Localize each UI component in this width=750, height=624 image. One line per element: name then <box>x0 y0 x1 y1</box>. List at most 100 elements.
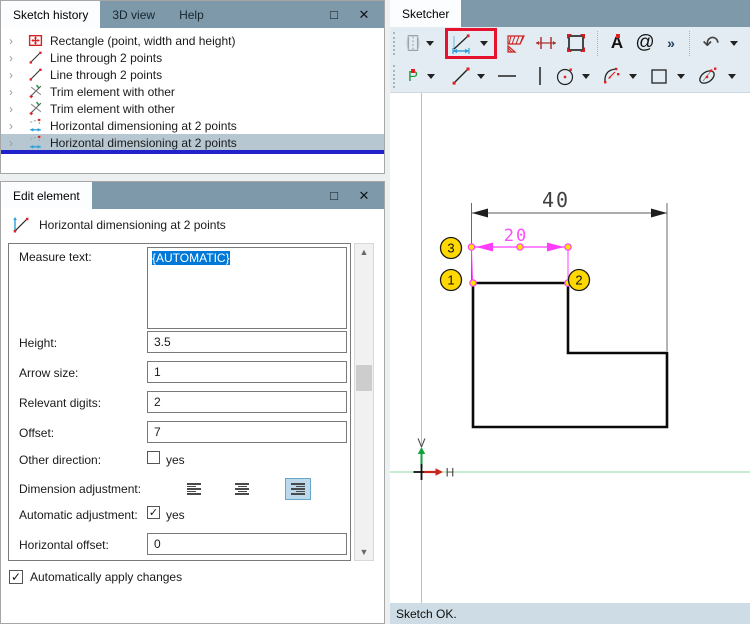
hatch-tool-button[interactable] <box>503 30 529 56</box>
more-icon: » <box>667 35 675 51</box>
rectangle-dropdown[interactable] <box>675 63 687 89</box>
list-item-selected[interactable]: › Horizontal dimensioning at 2 points <box>1 134 384 151</box>
close-icon[interactable]: ✕ <box>356 7 372 23</box>
align-center-button[interactable] <box>229 478 255 500</box>
chevron-right-icon[interactable]: › <box>9 137 23 149</box>
balloon-2[interactable]: 2 <box>567 268 591 292</box>
align-left-button[interactable] <box>181 478 207 500</box>
shape-corner-point-1[interactable] <box>469 279 477 287</box>
edit-element-header: Horizontal dimensioning at 2 points <box>39 218 226 232</box>
other-direction-checkbox[interactable] <box>147 451 160 464</box>
close-icon[interactable]: ✕ <box>356 188 372 204</box>
list-item[interactable]: › Horizontal dimensioning at 2 points <box>1 117 384 134</box>
vertical-line-icon <box>539 67 541 85</box>
chevron-right-icon[interactable]: › <box>9 52 23 64</box>
chevron-right-icon[interactable]: › <box>9 35 23 47</box>
offset-input[interactable] <box>147 421 347 443</box>
dimension-dropdown[interactable] <box>478 30 490 56</box>
height-input[interactable] <box>147 331 347 353</box>
line-dropdown[interactable] <box>475 63 487 89</box>
scroll-down-icon[interactable]: ▼ <box>355 544 373 560</box>
horizontal-dimension-tool-button[interactable] <box>448 30 474 56</box>
undo-button[interactable]: ↶ <box>698 30 724 56</box>
ellipse-dropdown[interactable] <box>726 63 738 89</box>
dim20-point-left[interactable] <box>467 243 476 251</box>
undo-dropdown[interactable] <box>728 30 740 56</box>
list-item[interactable]: › Line through 2 points <box>1 49 384 66</box>
ellipse-tool-button[interactable] <box>694 63 720 89</box>
point-tool-button[interactable]: P <box>400 63 426 89</box>
h-axis-label: H <box>446 466 455 480</box>
frame-tool-button[interactable] <box>563 30 589 56</box>
rectangle-tool-button[interactable] <box>646 63 672 89</box>
align-right-button[interactable] <box>285 478 311 500</box>
toolbar-grip[interactable] <box>393 32 396 55</box>
horizontal-offset-input[interactable] <box>147 533 347 555</box>
automatic-adjustment-option: yes <box>166 508 185 522</box>
sketch-canvas[interactable]: 40 20 3 1 2 V H <box>390 93 750 603</box>
more-tools-button[interactable]: » <box>662 30 680 56</box>
dim20-value[interactable]: 20 <box>504 226 528 246</box>
rectangle-icon <box>651 69 667 84</box>
toolbar-grip[interactable] <box>393 65 396 88</box>
list-item-label: Line through 2 points <box>50 50 163 65</box>
tab-sketch-history[interactable]: Sketch history <box>1 1 101 28</box>
symbol-tool-button[interactable]: @ <box>632 30 658 56</box>
tab-sketcher[interactable]: Sketcher <box>390 0 462 27</box>
extrude-dropdown[interactable] <box>424 30 436 56</box>
list-item[interactable]: › Trim element with other <box>1 83 384 100</box>
balloon-3[interactable]: 3 <box>439 236 463 260</box>
check-icon: ✓ <box>10 570 22 584</box>
svg-text:3: 3 <box>447 241 454 256</box>
tab-edit-element[interactable]: Edit element <box>1 182 92 209</box>
horizontal-line-tool-button[interactable] <box>494 63 520 89</box>
sketch-history-list: › Rectangle (point, width and height) › … <box>1 28 384 173</box>
sketch-history-panel: Sketch history 3D view Help □ ✕ › Rectan… <box>0 0 385 174</box>
extrude-icon <box>406 35 420 51</box>
maximize-icon[interactable]: □ <box>326 7 342 23</box>
arrow-size-input[interactable] <box>147 361 347 383</box>
line-tool-button[interactable] <box>448 63 474 89</box>
dim20-point-right[interactable] <box>564 243 572 251</box>
extrude-tool-button[interactable] <box>400 30 426 56</box>
list-item[interactable]: › Line through 2 points <box>1 66 384 83</box>
horizontal-dimension-icon <box>29 118 41 132</box>
form-scrollbar[interactable]: ▲ ▼ <box>354 243 374 561</box>
balloon-1[interactable]: 1 <box>439 268 463 292</box>
chevron-right-icon[interactable]: › <box>9 86 23 98</box>
scroll-up-icon[interactable]: ▲ <box>355 244 373 260</box>
text-tool-button[interactable]: A <box>604 30 630 56</box>
measure-text-input[interactable]: {AUTOMATIC} <box>147 247 347 329</box>
dim40-value[interactable]: 40 <box>542 188 570 212</box>
edit-element-titlebar: Edit element □ ✕ <box>1 182 384 209</box>
height-label: Height: <box>19 336 58 350</box>
dim20-arrow-right <box>547 242 564 252</box>
dim20-point-middle[interactable] <box>516 243 524 251</box>
chevron-right-icon[interactable]: › <box>9 120 23 132</box>
chevron-right-icon[interactable]: › <box>9 69 23 81</box>
scrollbar-thumb[interactable] <box>356 365 372 391</box>
tab-3d-view[interactable]: 3D view <box>100 1 167 28</box>
ellipse-icon <box>699 67 717 84</box>
other-direction-label: Other direction: <box>19 453 102 467</box>
point-dropdown[interactable] <box>425 63 437 89</box>
sketch-shape-outline[interactable] <box>471 281 669 429</box>
arc-dropdown[interactable] <box>627 63 639 89</box>
edit-element-panel: Edit element □ ✕ Horizontal dimensioning… <box>0 181 385 624</box>
symmetry-dimension-tool-button[interactable] <box>533 30 559 56</box>
chevron-right-icon[interactable]: › <box>9 103 23 115</box>
apply-changes-checkbox[interactable]: ✓ <box>9 570 23 584</box>
circle-tool-button[interactable] <box>552 63 578 89</box>
line-icon <box>29 68 42 81</box>
relevant-digits-input[interactable] <box>147 391 347 413</box>
tab-help[interactable]: Help <box>167 1 216 28</box>
svg-text:1: 1 <box>447 273 454 288</box>
circle-dropdown[interactable] <box>580 63 592 89</box>
vertical-line-tool-button[interactable] <box>527 63 553 89</box>
automatic-adjustment-checkbox[interactable]: ✓ <box>147 506 160 519</box>
line-icon <box>452 67 470 85</box>
list-item[interactable]: › Rectangle (point, width and height) <box>1 32 384 49</box>
list-item[interactable]: › Trim element with other <box>1 100 384 117</box>
maximize-icon[interactable]: □ <box>326 188 342 204</box>
arc-tool-button[interactable] <box>599 63 625 89</box>
